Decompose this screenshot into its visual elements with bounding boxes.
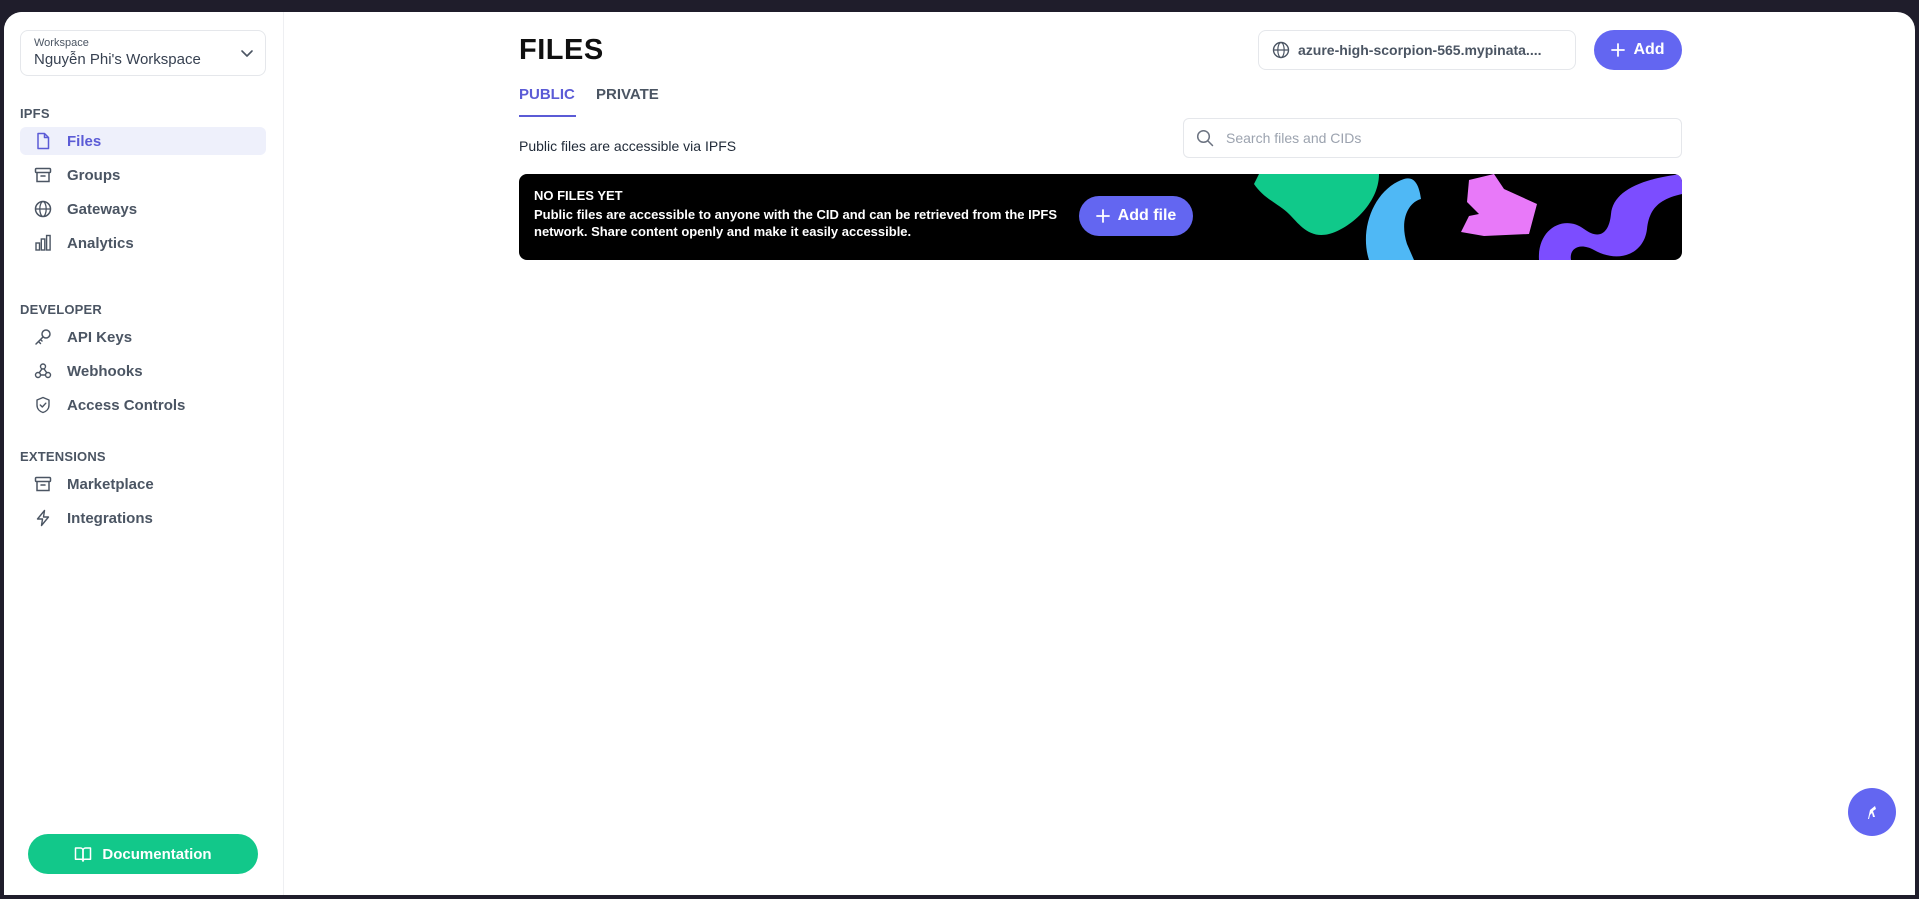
key-icon xyxy=(33,327,53,347)
sidebar-item-api-keys[interactable]: API Keys xyxy=(20,323,266,351)
chevron-down-icon xyxy=(239,45,255,66)
sidebar-item-label: Groups xyxy=(67,166,121,184)
sidebar-item-files[interactable]: Files xyxy=(20,127,266,155)
plus-icon xyxy=(1095,209,1110,223)
file-icon xyxy=(33,131,53,151)
book-icon xyxy=(74,845,92,863)
sidebar-item-label: Gateways xyxy=(67,200,138,218)
sidebar-item-label: Analytics xyxy=(67,234,134,252)
search-icon xyxy=(1196,129,1214,147)
banner-title: NO FILES YET xyxy=(534,188,623,203)
decorative-shapes-illustration xyxy=(1254,174,1682,260)
section-title-extensions: EXTENSIONS xyxy=(20,449,106,464)
sidebar-item-marketplace[interactable]: Marketplace xyxy=(20,470,266,498)
app-window: Workspace Nguyễn Phi's Workspace IPFS Fi… xyxy=(4,12,1915,895)
gateway-selector[interactable]: azure-high-scorpion-565.mypinata.... xyxy=(1258,30,1576,70)
banner-text: Public files are accessible to anyone wi… xyxy=(534,207,1058,239)
shield-check-icon xyxy=(33,395,53,415)
sidebar-item-label: Integrations xyxy=(67,509,153,527)
sidebar-item-gateways[interactable]: Gateways xyxy=(20,195,266,223)
gateway-label: azure-high-scorpion-565.mypinata.... xyxy=(1298,42,1542,58)
tab-public[interactable]: PUBLIC xyxy=(519,86,575,103)
sidebar-item-label: Marketplace xyxy=(67,475,154,493)
archive-icon xyxy=(33,165,53,185)
archive-icon xyxy=(33,474,53,494)
documentation-label: Documentation xyxy=(102,845,212,863)
section-title-ipfs: IPFS xyxy=(20,106,50,121)
section-title-developer: DEVELOPER xyxy=(20,302,102,317)
sidebar-item-integrations[interactable]: Integrations xyxy=(20,504,266,532)
empty-state-banner: NO FILES YET Public files are accessible… xyxy=(519,174,1682,260)
tab-private[interactable]: PRIVATE xyxy=(596,86,659,103)
sidebar-item-groups[interactable]: Groups xyxy=(20,161,266,189)
active-tab-indicator xyxy=(519,115,576,117)
bar-chart-icon xyxy=(33,233,53,253)
pinata-logo-icon xyxy=(1862,802,1882,822)
search-box[interactable] xyxy=(1183,118,1682,158)
workspace-caption: Workspace xyxy=(34,37,89,49)
sidebar-item-label: Access Controls xyxy=(67,396,186,414)
page-title: FILES xyxy=(519,34,604,66)
add-button[interactable]: Add xyxy=(1594,30,1682,70)
documentation-button[interactable]: Documentation xyxy=(28,834,258,874)
plus-icon xyxy=(1611,43,1626,57)
sidebar: Workspace Nguyễn Phi's Workspace IPFS Fi… xyxy=(4,12,284,895)
webhook-icon xyxy=(33,361,53,381)
chat-support-button[interactable] xyxy=(1848,788,1896,836)
sidebar-item-label: Webhooks xyxy=(67,362,143,380)
workspace-name: Nguyễn Phi's Workspace xyxy=(34,51,201,68)
sidebar-item-label: Files xyxy=(67,132,102,150)
search-input[interactable] xyxy=(1224,129,1668,147)
sidebar-item-label: API Keys xyxy=(67,328,133,346)
workspace-selector[interactable]: Workspace Nguyễn Phi's Workspace xyxy=(20,30,266,76)
sidebar-item-analytics[interactable]: Analytics xyxy=(20,229,266,257)
sidebar-item-webhooks[interactable]: Webhooks xyxy=(20,357,266,385)
globe-icon xyxy=(1272,41,1290,59)
add-file-button[interactable]: Add file xyxy=(1079,196,1193,236)
sidebar-item-access-controls[interactable]: Access Controls xyxy=(20,391,266,419)
page-subtitle: Public files are accessible via IPFS xyxy=(519,138,737,154)
globe-icon xyxy=(33,199,53,219)
lightning-icon xyxy=(33,508,53,528)
add-file-label: Add file xyxy=(1117,207,1177,224)
add-button-label: Add xyxy=(1633,41,1665,58)
